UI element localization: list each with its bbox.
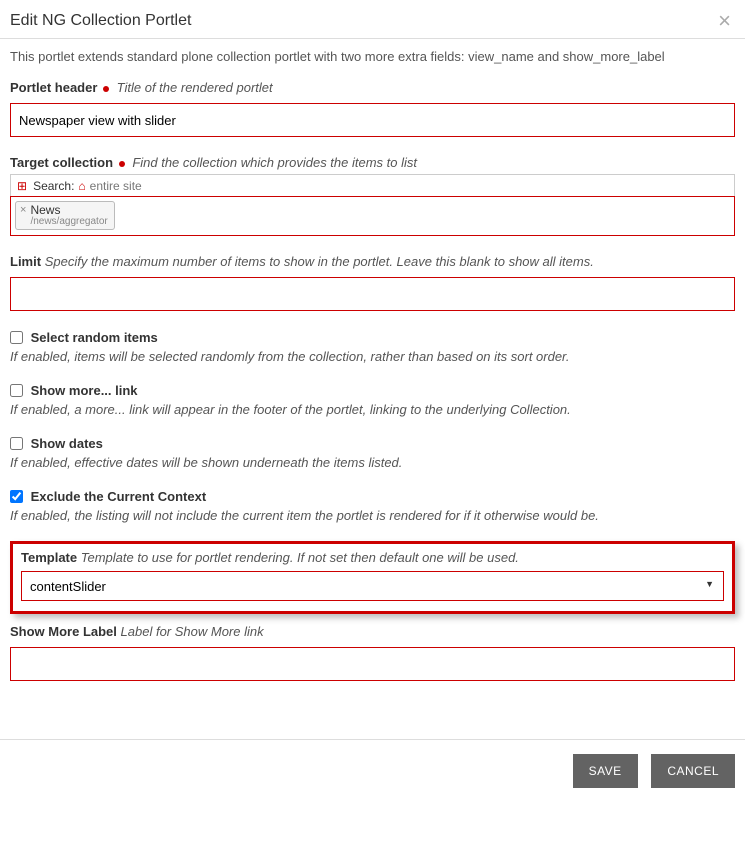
- tree-icon: ⊞: [17, 179, 27, 193]
- collection-selected-container[interactable]: × News /news/aggregator: [10, 196, 735, 236]
- exclude-current-checkbox[interactable]: [10, 490, 23, 503]
- chip-remove-icon[interactable]: ×: [20, 204, 26, 216]
- show-dates-help: If enabled, effective dates will be show…: [10, 455, 735, 470]
- show-dates-label[interactable]: Show dates: [31, 436, 103, 451]
- limit-input[interactable]: [10, 277, 735, 311]
- modal-header: Edit NG Collection Portlet ×: [0, 0, 745, 39]
- field-random: Select random items If enabled, items wi…: [10, 329, 735, 364]
- field-limit: Limit Specify the maximum number of item…: [10, 254, 735, 311]
- required-dot-icon: [103, 86, 109, 92]
- field-portlet-header: Portlet header Title of the rendered por…: [10, 80, 735, 137]
- modal-footer: SAVE CANCEL: [0, 739, 745, 802]
- portlet-description: This portlet extends standard plone coll…: [10, 49, 735, 64]
- field-target-collection: Target collection Find the collection wh…: [10, 155, 735, 236]
- field-template: Template Template to use for portlet ren…: [10, 541, 735, 614]
- cancel-button[interactable]: CANCEL: [651, 754, 735, 788]
- portlet-header-label: Portlet header Title of the rendered por…: [10, 80, 735, 95]
- limit-label: Limit Specify the maximum number of item…: [10, 254, 735, 269]
- exclude-current-help: If enabled, the listing will not include…: [10, 508, 735, 523]
- collection-chip: × News /news/aggregator: [15, 201, 115, 230]
- home-icon[interactable]: ⌂: [78, 179, 85, 193]
- field-show-more-label: Show More Label Label for Show More link: [10, 624, 735, 681]
- random-checkbox[interactable]: [10, 331, 23, 344]
- template-label: Template Template to use for portlet ren…: [21, 550, 724, 565]
- close-icon[interactable]: ×: [718, 10, 731, 32]
- random-label[interactable]: Select random items: [31, 330, 158, 345]
- template-select[interactable]: contentSlider: [21, 571, 724, 601]
- exclude-current-label[interactable]: Exclude the Current Context: [31, 489, 207, 504]
- field-show-more: Show more... link If enabled, a more... …: [10, 382, 735, 417]
- save-button[interactable]: SAVE: [573, 754, 638, 788]
- random-help: If enabled, items will be selected rando…: [10, 349, 735, 364]
- show-more-label[interactable]: Show more... link: [31, 383, 138, 398]
- show-more-label-label: Show More Label Label for Show More link: [10, 624, 735, 639]
- collection-search-bar[interactable]: ⊞ Search: ⌂ entire site: [10, 174, 735, 196]
- field-show-dates: Show dates If enabled, effective dates w…: [10, 435, 735, 470]
- required-dot-icon: [119, 161, 125, 167]
- field-exclude-current: Exclude the Current Context If enabled, …: [10, 488, 735, 523]
- show-more-checkbox[interactable]: [10, 384, 23, 397]
- portlet-header-input[interactable]: [10, 103, 735, 137]
- modal-body: This portlet extends standard plone coll…: [0, 39, 745, 709]
- show-more-help: If enabled, a more... link will appear i…: [10, 402, 735, 417]
- show-more-label-input[interactable]: [10, 647, 735, 681]
- show-dates-checkbox[interactable]: [10, 437, 23, 450]
- target-collection-label: Target collection Find the collection wh…: [10, 155, 735, 170]
- modal-title: Edit NG Collection Portlet: [10, 12, 735, 30]
